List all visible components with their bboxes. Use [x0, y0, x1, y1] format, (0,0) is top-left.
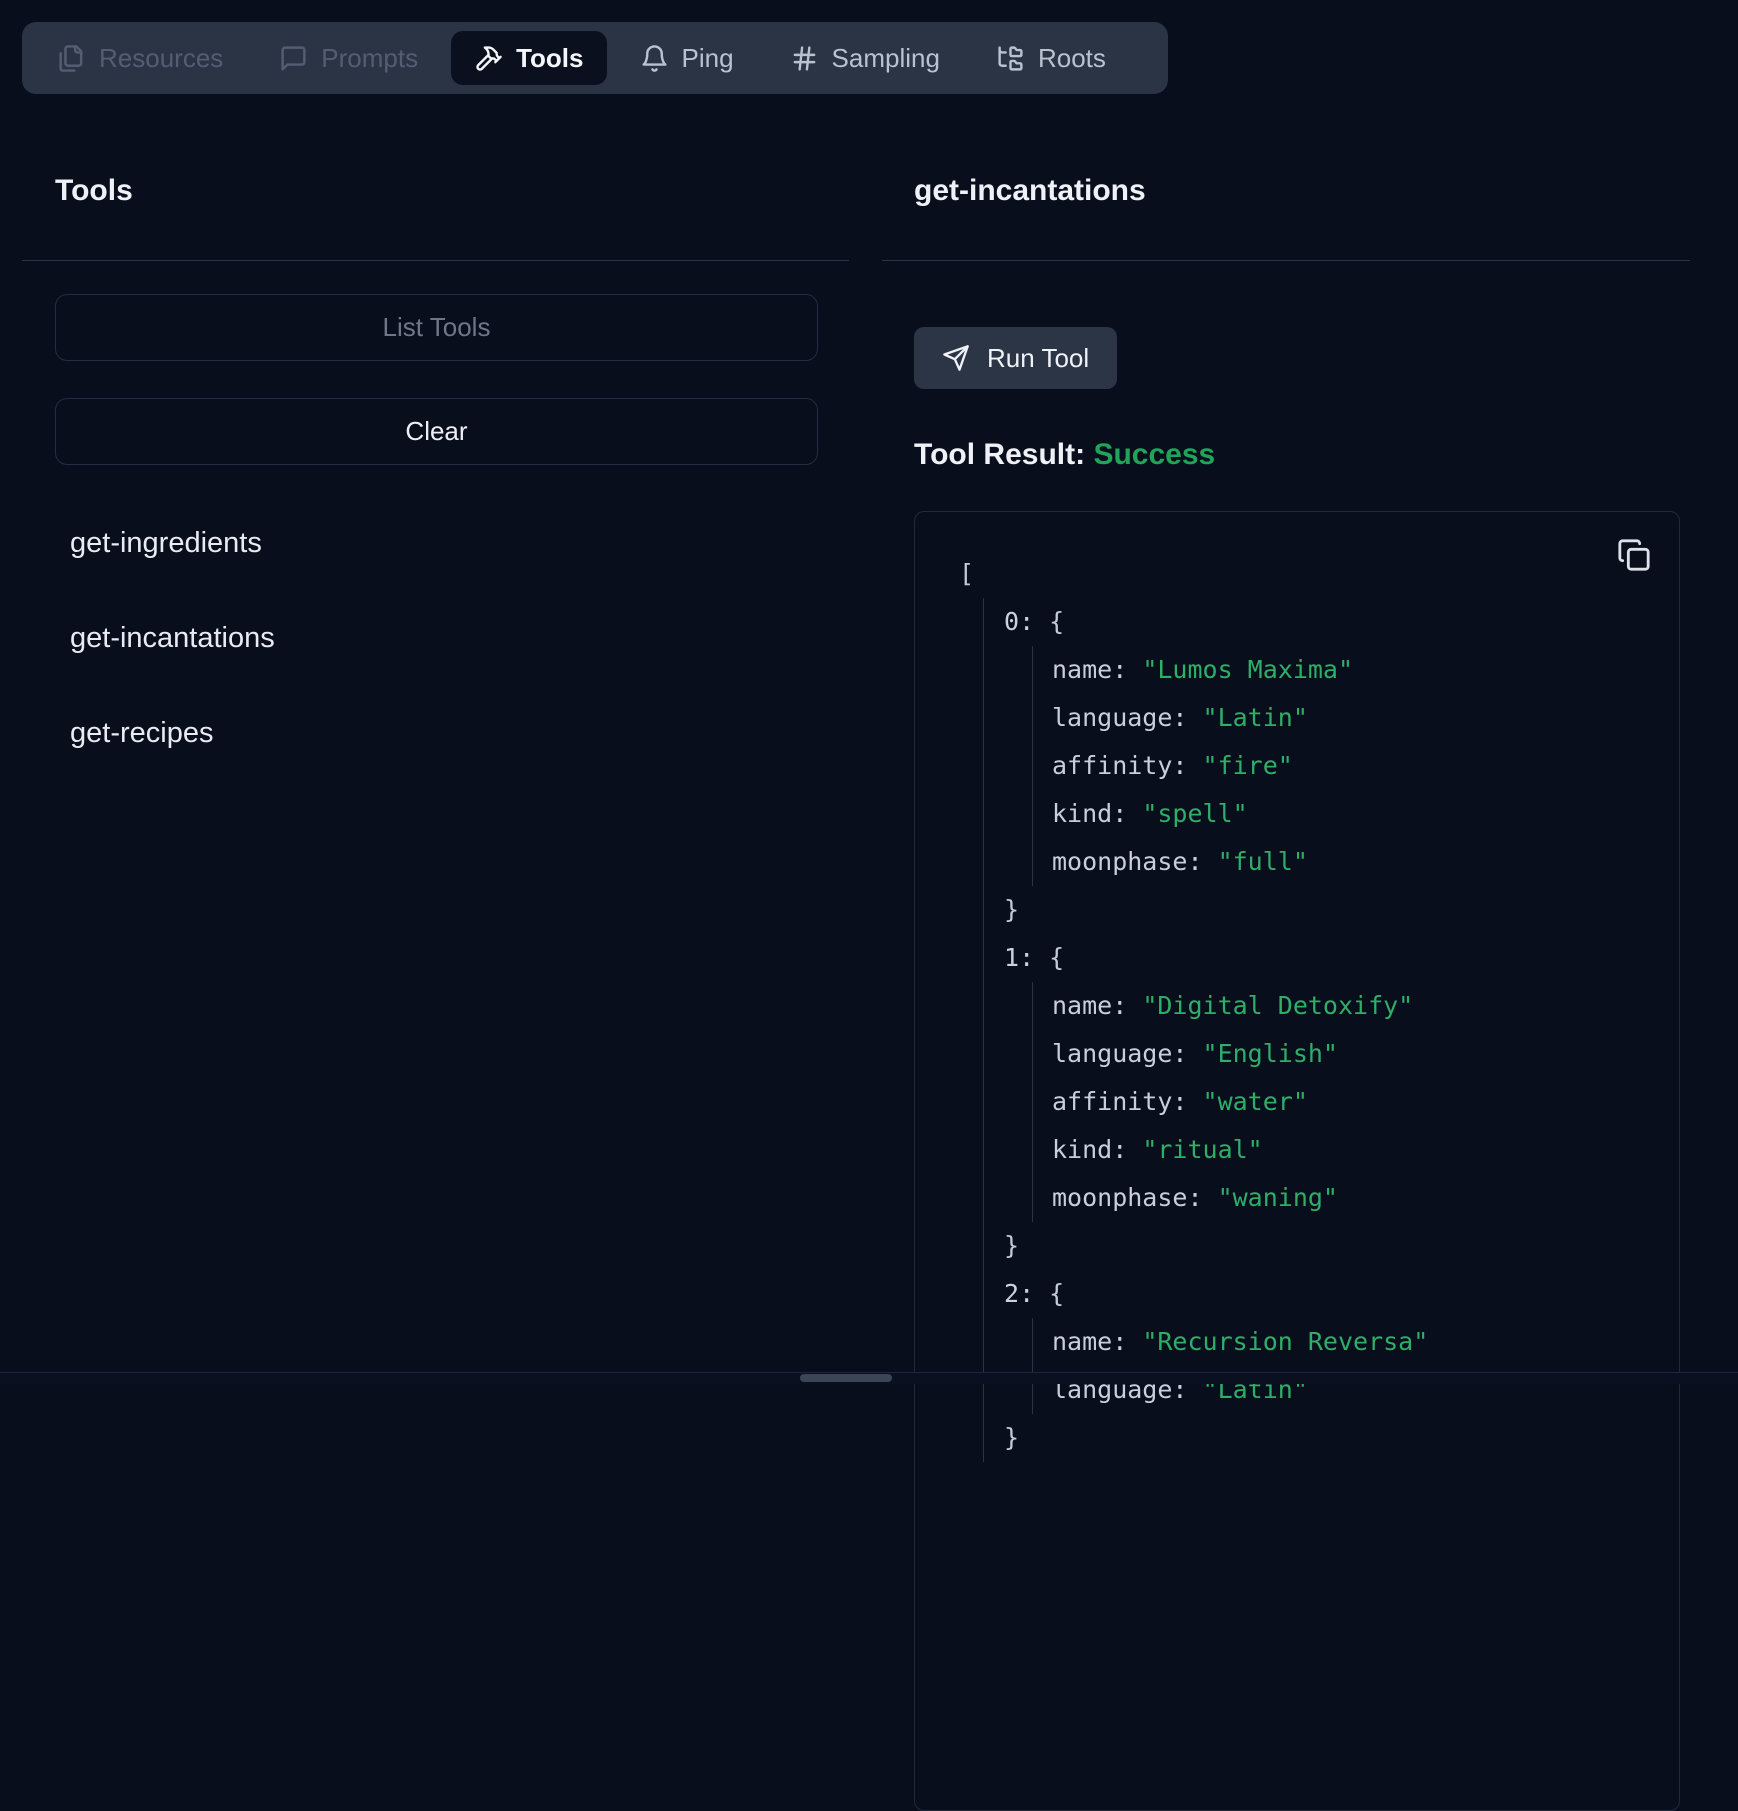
json-line: kind: "ritual" — [1052, 1126, 1639, 1174]
hash-icon — [790, 44, 819, 73]
json-line: language: "Latin" — [1052, 694, 1639, 742]
tools-panel-title: Tools — [55, 174, 849, 208]
list-tools-button[interactable]: List Tools — [55, 294, 818, 361]
json-line: moonphase: "full" — [1052, 838, 1639, 886]
tool-item[interactable]: get-ingredients — [70, 527, 849, 560]
tools-panel: Tools List Tools Clear get-ingredientsge… — [22, 94, 849, 812]
nav-tab-label: Sampling — [832, 43, 940, 74]
selected-tool-title: get-incantations — [914, 174, 1690, 208]
json-line: 2: { — [1004, 1270, 1639, 1318]
nav-tab-resources[interactable]: Resources — [34, 31, 246, 85]
json-line: [ — [959, 550, 1639, 598]
json-line: affinity: "water" — [1052, 1078, 1639, 1126]
divider — [882, 260, 1690, 261]
json-line: name: "Digital Detoxify" — [1052, 982, 1639, 1030]
json-line: } — [1004, 886, 1639, 934]
horizontal-scrollbar — [0, 1372, 1738, 1384]
run-tool-label: Run Tool — [987, 343, 1089, 374]
nav-tab-label: Ping — [682, 43, 734, 74]
tool-result-line: Tool Result: Success — [914, 437, 1690, 473]
tool-result-label: Tool Result: — [914, 438, 1085, 471]
tool-list: get-ingredients get-incantations get-recip… — [70, 527, 849, 750]
copy-icon — [1617, 538, 1651, 572]
tool-item[interactable]: get-incantations — [70, 622, 849, 655]
send-icon — [942, 344, 970, 372]
bell-icon — [640, 44, 669, 73]
folder-tree-icon — [996, 44, 1025, 73]
copy-button[interactable] — [1613, 534, 1655, 576]
nav-tab-tools[interactable]: Tools — [451, 31, 606, 85]
nav-tab-label: Roots — [1038, 43, 1106, 74]
nav-tab-sampling[interactable]: Sampling — [767, 31, 963, 85]
json-line: name: "Lumos Maxima" — [1052, 646, 1639, 694]
json-line: language: "English" — [1052, 1030, 1639, 1078]
horizontal-scrollbar-thumb[interactable] — [800, 1374, 892, 1382]
nav-tab-prompts[interactable]: Prompts — [256, 31, 441, 85]
top-nav: Resources Prompts Tools Ping Sampling Ro… — [22, 22, 1168, 94]
json-line: name: "Recursion Reversa" — [1052, 1318, 1639, 1366]
hammer-icon — [474, 44, 503, 73]
json-line: kind: "spell" — [1052, 790, 1639, 838]
tool-detail-panel: get-incantations Run Tool Tool Result: S… — [882, 94, 1690, 1811]
tool-result-status: Success — [1093, 438, 1215, 471]
clear-button[interactable]: Clear — [55, 398, 818, 465]
nav-tab-label: Resources — [99, 43, 223, 74]
message-square-icon — [279, 44, 308, 73]
json-line: } — [1004, 1222, 1639, 1270]
json-line: moonphase: "waning" — [1052, 1174, 1639, 1222]
nav-tab-label: Tools — [516, 43, 583, 74]
files-icon — [57, 44, 86, 73]
json-line: 0: { — [1004, 598, 1639, 646]
nav-tab-ping[interactable]: Ping — [617, 31, 757, 85]
json-line: 1: { — [1004, 934, 1639, 982]
run-tool-button[interactable]: Run Tool — [914, 327, 1117, 389]
json-line: affinity: "fire" — [1052, 742, 1639, 790]
divider — [22, 260, 849, 261]
tool-result-json-panel: [0: {name: "Lumos Maxima"language: "Lati… — [914, 511, 1680, 1811]
json-line: } — [1004, 1414, 1639, 1462]
nav-tab-label: Prompts — [321, 43, 418, 74]
nav-tab-roots[interactable]: Roots — [973, 31, 1129, 85]
json-tree: [0: {name: "Lumos Maxima"language: "Lati… — [959, 550, 1639, 1462]
tool-item[interactable]: get-recipes — [70, 717, 849, 750]
